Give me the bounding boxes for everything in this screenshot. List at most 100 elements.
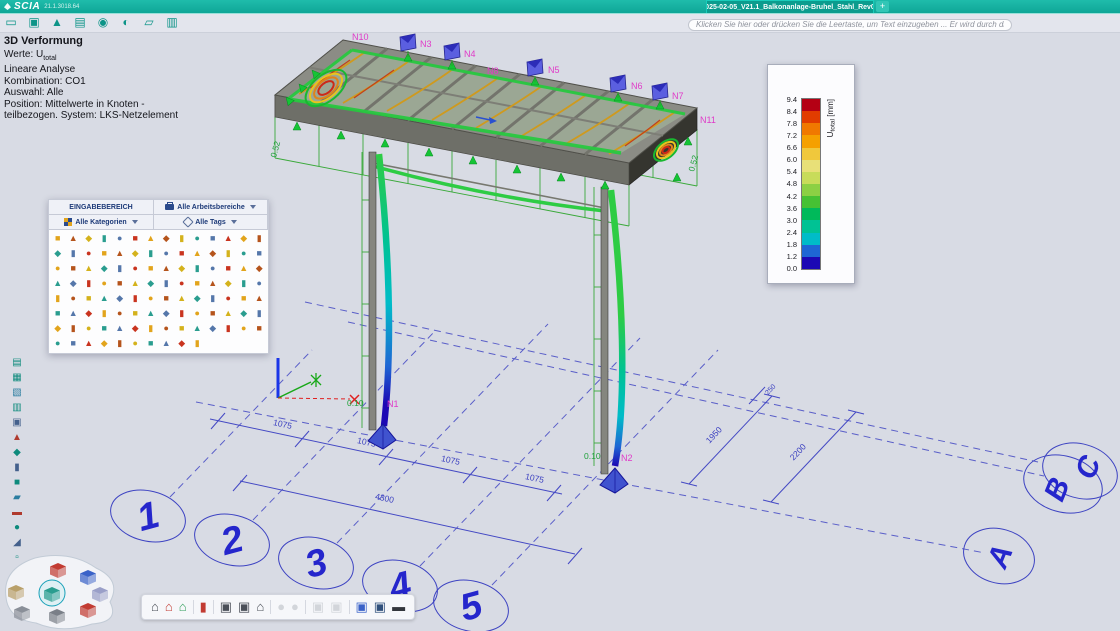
palette-icon[interactable]: ●	[174, 276, 190, 291]
palette-icon[interactable]: ▮	[221, 321, 237, 336]
palette-icon[interactable]: ■	[66, 261, 82, 276]
palette-icon[interactable]: ●	[159, 321, 175, 336]
palette-icon[interactable]: ■	[221, 261, 237, 276]
palette-icon[interactable]: ●	[128, 336, 144, 351]
palette-icon[interactable]: ▲	[159, 261, 175, 276]
palette-icon[interactable]: ▮	[190, 261, 206, 276]
scale-slider-icon[interactable]: ▮	[200, 597, 207, 617]
palette-icon[interactable]: ▲	[174, 291, 190, 306]
palette-icon[interactable]: ◆	[97, 261, 113, 276]
disabled-sphere2-icon[interactable]: ●	[291, 597, 299, 617]
input-panel-title-button[interactable]: EINGABEBEREICH	[49, 200, 154, 215]
label-icon[interactable]: ▮	[10, 461, 25, 474]
view-home-icon[interactable]: ⌂	[151, 597, 159, 617]
palette-icon[interactable]: ■	[205, 231, 221, 246]
disabled-frame2-icon[interactable]: ▣	[330, 597, 342, 617]
palette-icon[interactable]: ◆	[159, 306, 175, 321]
palette-icon[interactable]: ▮	[190, 336, 206, 351]
palette-icon[interactable]: ▮	[252, 306, 268, 321]
palette-icon[interactable]: ■	[205, 306, 221, 321]
palette-icon[interactable]: ■	[97, 246, 113, 261]
palette-icon[interactable]: ▲	[50, 276, 66, 291]
database-icon[interactable]: ◉	[95, 15, 111, 30]
eye-icon[interactable]: ◐	[118, 15, 134, 30]
palette-icon[interactable]: ●	[143, 291, 159, 306]
disabled-sphere-icon[interactable]: ●	[277, 597, 285, 617]
tools-icon[interactable]: ▲	[49, 15, 65, 30]
palette-icon[interactable]: ■	[128, 231, 144, 246]
box-view-icon[interactable]: ▱	[141, 15, 157, 30]
palette-icon[interactable]: ■	[252, 321, 268, 336]
palette-icon[interactable]: ◆	[236, 231, 252, 246]
palette-icon[interactable]: ◆	[205, 321, 221, 336]
palette-icon[interactable]: ◆	[66, 276, 82, 291]
palette-icon[interactable]: ▮	[97, 231, 113, 246]
palette-icon[interactable]: ▮	[66, 246, 82, 261]
palette-icon[interactable]: ●	[112, 306, 128, 321]
disabled-frame-icon[interactable]: ▣	[312, 597, 324, 617]
results-icon[interactable]: ▤	[10, 356, 25, 369]
palette-icon[interactable]: ▮	[205, 291, 221, 306]
palette-icon[interactable]: ●	[112, 231, 128, 246]
palette-icon[interactable]: ▮	[221, 246, 237, 261]
palette-icon[interactable]: ◆	[221, 276, 237, 291]
palette-icon[interactable]: ◆	[97, 336, 113, 351]
palette-icon[interactable]: ▲	[221, 306, 237, 321]
palette-icon[interactable]: ▲	[97, 291, 113, 306]
palette-icon[interactable]: ▲	[66, 306, 82, 321]
palette-icon[interactable]: ◆	[81, 306, 97, 321]
palette-icon[interactable]: ●	[236, 246, 252, 261]
palette-icon[interactable]: ■	[112, 276, 128, 291]
palette-icon[interactable]: ■	[252, 246, 268, 261]
palette-icon[interactable]: ▮	[252, 231, 268, 246]
palette-icon[interactable]: ◆	[81, 231, 97, 246]
palette-icon[interactable]: ▲	[81, 336, 97, 351]
palette-icon[interactable]: ●	[128, 261, 144, 276]
palette-icon[interactable]: ■	[174, 321, 190, 336]
palette-icon[interactable]: ▲	[221, 231, 237, 246]
palette-icon[interactable]: ◆	[236, 306, 252, 321]
palette-icon[interactable]: ▲	[236, 261, 252, 276]
palette-icon[interactable]: ●	[81, 321, 97, 336]
render-icon[interactable]: ▬	[10, 506, 25, 519]
palette-icon[interactable]: ▲	[112, 321, 128, 336]
palette-icon[interactable]: ●	[221, 291, 237, 306]
clip-box-icon[interactable]: ▣	[356, 597, 368, 617]
palette-icon[interactable]: ●	[190, 231, 206, 246]
axes-icon[interactable]: ▰	[10, 491, 25, 504]
camera-icon[interactable]: ▣	[220, 597, 232, 617]
palette-icon[interactable]: ▮	[236, 276, 252, 291]
palette-icon[interactable]: ▮	[81, 276, 97, 291]
stress-icon[interactable]: ▧	[10, 386, 25, 399]
palette-icon[interactable]: ▲	[159, 336, 175, 351]
palette-icon[interactable]: ■	[97, 321, 113, 336]
palette-icon[interactable]: ▮	[112, 261, 128, 276]
palette-icon[interactable]: ■	[50, 231, 66, 246]
palette-icon[interactable]: ▮	[143, 246, 159, 261]
deformation-icon[interactable]: ▦	[10, 371, 25, 384]
palette-icon[interactable]: ◆	[143, 276, 159, 291]
palette-icon[interactable]: ▲	[190, 246, 206, 261]
reaction-icon[interactable]: ▲	[10, 431, 25, 444]
palette-icon[interactable]: ◆	[190, 291, 206, 306]
palette-icon[interactable]: ▮	[143, 321, 159, 336]
printer-icon[interactable]: ▤	[72, 15, 88, 30]
palette-icon[interactable]: ▮	[97, 306, 113, 321]
wireframe-icon[interactable]: ●	[10, 521, 25, 534]
mesh-icon[interactable]: ▥	[10, 401, 25, 414]
palette-icon[interactable]: ▮	[66, 321, 82, 336]
palette-icon[interactable]: ●	[50, 336, 66, 351]
palette-icon[interactable]: ▲	[112, 246, 128, 261]
palette-icon[interactable]: ■	[66, 336, 82, 351]
view-textured-icon[interactable]: ⌂	[179, 597, 187, 617]
palette-icon[interactable]: ◆	[159, 231, 175, 246]
palette-icon[interactable]: ■	[159, 291, 175, 306]
workspaces-dropdown[interactable]: Alle Arbeitsbereiche	[154, 200, 268, 215]
view-edit-icon[interactable]: ⌂	[256, 597, 264, 617]
new-tab-button[interactable]: +	[876, 1, 889, 12]
palette-icon[interactable]: ■	[143, 336, 159, 351]
palette-icon[interactable]: ●	[236, 321, 252, 336]
palette-icon[interactable]: ◆	[50, 321, 66, 336]
tags-dropdown[interactable]: Alle Tags	[154, 215, 268, 230]
palette-icon[interactable]: ●	[81, 246, 97, 261]
